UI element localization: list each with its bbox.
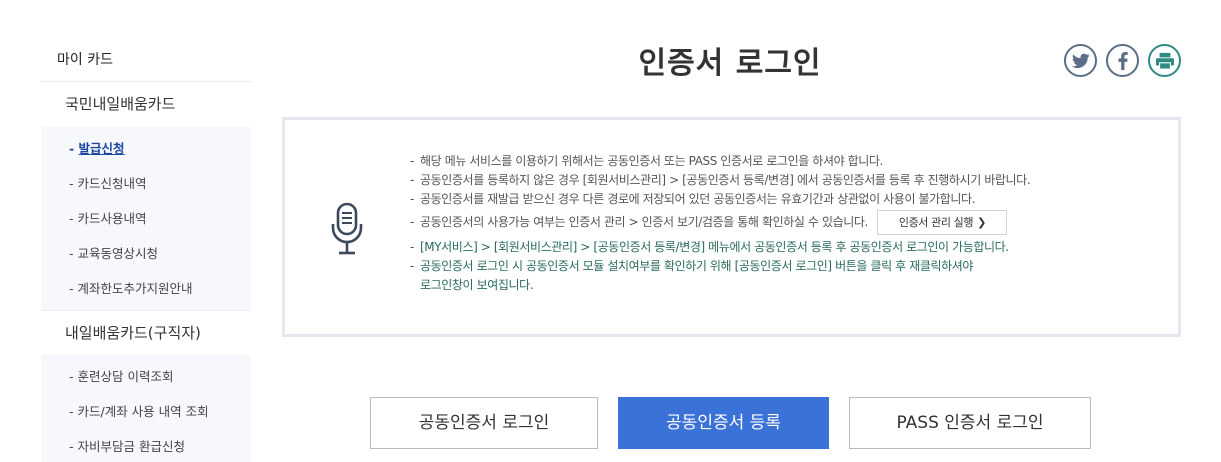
sidebar-item-training-consult[interactable]: - 훈련상담 이력조회 bbox=[41, 359, 251, 394]
sidebar-item-label: 카드/계좌 사용 내역 조회 bbox=[77, 404, 209, 419]
notice-list: 해당 메뉴 서비스를 이용하기 위해서는 공동인증서 또는 PASS 인증서로 … bbox=[410, 152, 1031, 295]
sidebar-submenu-national-card: - 발급신청 - 카드신청내역 - 카드사용내역 - 교육동영상시청 - 계좌한… bbox=[41, 127, 251, 310]
sidebar-item-card-usage[interactable]: - 카드사용내역 bbox=[41, 201, 251, 236]
cert-login-button[interactable]: 공동인증서 로그인 bbox=[370, 397, 598, 449]
sidebar-top-title[interactable]: 마이 카드 bbox=[41, 40, 251, 82]
facebook-icon[interactable] bbox=[1106, 44, 1139, 77]
microphone-icon bbox=[330, 202, 364, 262]
sidebar-item-label: 카드신청내역 bbox=[77, 176, 147, 191]
sidebar-item-card-history[interactable]: - 카드신청내역 bbox=[41, 166, 251, 201]
notice-item-text: 공동인증서 로그인 시 공동인증서 모듈 설치여부를 확인하기 위해 [공동인증… bbox=[420, 259, 974, 273]
notice-item: 공동인증서를 등록하지 않은 경우 [회원서비스관리] > [공동인증서 등록/… bbox=[410, 171, 1031, 190]
sidebar-item-label: 자비부담금 환급신청 bbox=[77, 439, 185, 454]
notice-item: 해당 메뉴 서비스를 이용하기 위해서는 공동인증서 또는 PASS 인증서로 … bbox=[410, 152, 1030, 171]
notice-item: 공동인증서의 사용가능 여부는 인증서 관리 > 인증서 보기/검증을 통해 확… bbox=[410, 209, 1030, 238]
page-title: 인증서 로그인 bbox=[638, 46, 822, 81]
notice-item: 공동인증서를 재발급 받으신 경우 다른 경로에 저장되어 있던 공동인증서는 … bbox=[410, 190, 1030, 209]
notice-box: 해당 메뉴 서비스를 이용하기 위해서는 공동인증서 또는 PASS 인증서로 … bbox=[282, 117, 1181, 337]
pass-login-button[interactable]: PASS 인증서 로그인 bbox=[849, 397, 1091, 449]
notice-item: [MY서비스] > [회원서비스관리] > [공동인증서 등록/변경] 메뉴에서… bbox=[410, 238, 1030, 257]
sidebar-item-label: 카드사용내역 bbox=[77, 211, 147, 226]
chevron-right-icon: ❯ bbox=[977, 216, 986, 229]
sidebar-item-account-usage[interactable]: - 카드/계좌 사용 내역 조회 bbox=[41, 394, 251, 429]
cert-manage-button[interactable]: 인증서 관리 실행 ❯ bbox=[877, 210, 1008, 235]
sidebar-item-label: 훈련상담 이력조회 bbox=[77, 369, 174, 384]
sidebar: 마이 카드 국민내일배움카드 - 발급신청 - 카드신청내역 - 카드사용내역 … bbox=[41, 40, 251, 462]
notice-item: 공동인증서 로그인 시 공동인증서 모듈 설치여부를 확인하기 위해 [공동인증… bbox=[410, 257, 1030, 295]
notice-item-text-cont: 로그인창이 보여집니다. bbox=[420, 278, 534, 292]
sidebar-item-refund[interactable]: - 자비부담금 환급신청 bbox=[41, 429, 251, 462]
cert-register-button[interactable]: 공동인증서 등록 bbox=[618, 397, 829, 449]
notice-item-text: 공동인증서의 사용가능 여부는 인증서 관리 > 인증서 보기/검증을 통해 확… bbox=[420, 215, 868, 229]
share-toolbar bbox=[1064, 44, 1181, 77]
sidebar-item-label: 발급신청 bbox=[78, 141, 125, 156]
sidebar-group-national-card[interactable]: 국민내일배움카드 bbox=[41, 82, 251, 127]
print-icon[interactable] bbox=[1148, 44, 1181, 77]
sidebar-item-label: 교육동영상시청 bbox=[77, 246, 158, 261]
cert-manage-button-label: 인증서 관리 실행 bbox=[898, 216, 974, 229]
sidebar-group-jobseeker-card[interactable]: 내일배움카드(구직자) bbox=[41, 310, 251, 355]
sidebar-item-edu-video[interactable]: - 교육동영상시청 bbox=[41, 236, 251, 271]
sidebar-submenu-jobseeker-card: - 훈련상담 이력조회 - 카드/계좌 사용 내역 조회 - 자비부담금 환급신… bbox=[41, 355, 251, 462]
sidebar-item-limit-support[interactable]: - 계좌한도추가지원안내 bbox=[41, 271, 251, 306]
sidebar-item-label: 계좌한도추가지원안내 bbox=[77, 281, 193, 296]
twitter-icon[interactable] bbox=[1064, 44, 1097, 77]
sidebar-item-apply[interactable]: - 발급신청 bbox=[41, 131, 251, 166]
